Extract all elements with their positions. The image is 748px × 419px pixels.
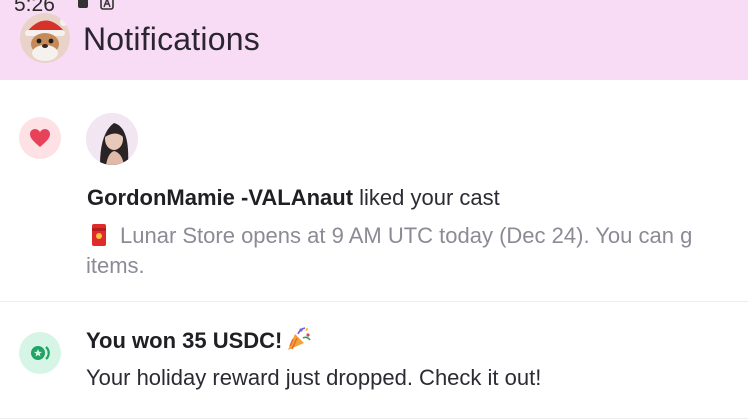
santa-avatar-icon (20, 13, 70, 63)
notifications-screen: 5:26 Notifications GordonMamie -VALAnaut… (0, 0, 748, 419)
party-popper-icon (288, 327, 312, 350)
like-badge (19, 117, 61, 159)
heart-icon (30, 129, 50, 147)
reward-badge (19, 332, 61, 374)
android-status-icon (78, 0, 88, 8)
like-summary: GordonMamie -VALAnaut liked your cast (87, 185, 500, 211)
like-notification[interactable]: GordonMamie -VALAnaut liked your cast Lu… (0, 81, 748, 301)
reward-body: Your holiday reward just dropped. Check … (86, 365, 542, 390)
app-header: 5:26 Notifications (0, 0, 748, 80)
page-title: Notifications (83, 21, 260, 57)
profile-avatar[interactable] (20, 13, 70, 63)
username[interactable]: GordonMamie -VALAnaut (87, 185, 353, 210)
cast-preview[interactable]: Lunar Store opens at 9 AM UTC today (Dec… (86, 221, 748, 281)
reward-title: You won 35 USDC! (86, 326, 312, 355)
reward-title-text: You won 35 USDC! (86, 328, 283, 353)
coin-icon (31, 346, 50, 360)
user-avatar[interactable] (86, 113, 138, 165)
red-envelope-icon (92, 224, 106, 246)
font-status-icon (100, 0, 114, 10)
user-photo-icon (86, 113, 138, 165)
like-action-text: liked your cast (353, 185, 500, 210)
cast-preview-line: Lunar Store opens at 9 AM UTC today (Dec… (86, 221, 748, 251)
reward-notification[interactable]: You won 35 USDC! Your holiday reward jus… (0, 302, 748, 419)
status-icons (76, 0, 114, 10)
cast-preview-text-2: items. (86, 253, 145, 278)
cast-preview-text-1: Lunar Store opens at 9 AM UTC today (Dec… (120, 223, 693, 248)
